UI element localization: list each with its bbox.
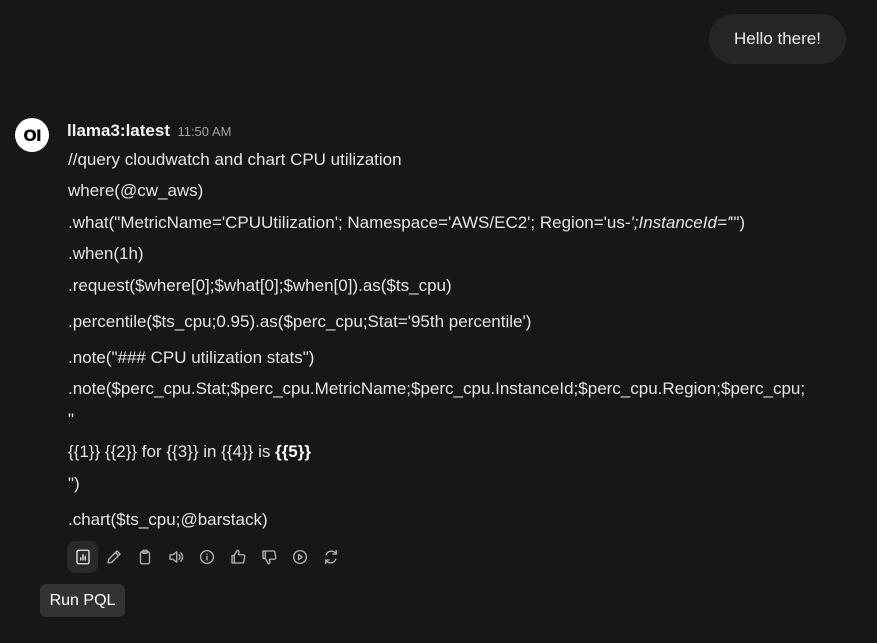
bad-response-button[interactable] bbox=[253, 541, 284, 573]
response-line-10-bold: {{5}} bbox=[275, 442, 311, 461]
model-avatar: OI bbox=[15, 118, 49, 152]
bar-chart-icon bbox=[75, 549, 90, 565]
run-pql-button[interactable] bbox=[67, 541, 98, 573]
message-action-toolbar bbox=[67, 541, 346, 573]
continue-response-button[interactable] bbox=[284, 541, 315, 573]
response-line-11: ") bbox=[68, 474, 80, 493]
user-message-bubble: Hello there! bbox=[709, 14, 846, 64]
response-line-6: .percentile($ts_cpu;0.95).as($perc_cpu;S… bbox=[68, 312, 532, 331]
response-line-3-text: .what("MetricName='CPUUtilization'; Name… bbox=[68, 213, 631, 232]
response-line-5: .request($where[0];$what[0];$when[0]).as… bbox=[68, 276, 452, 295]
play-circle-icon bbox=[292, 549, 307, 565]
message-header: llama3:latest 11:50 AM bbox=[67, 121, 231, 141]
good-response-button[interactable] bbox=[222, 541, 253, 573]
response-line-4: .when(1h) bbox=[68, 244, 144, 263]
response-line-10: {{1}} {{2}} for {{3}} in {{4}} is {{5}} bbox=[68, 442, 311, 462]
response-line-3-end: '") bbox=[730, 213, 746, 232]
pencil-icon bbox=[106, 550, 121, 564]
avatar-logo-text: OI bbox=[23, 125, 42, 145]
run-pql-tooltip: Run PQL bbox=[40, 584, 125, 617]
clipboard-icon bbox=[139, 549, 150, 565]
copy-button[interactable] bbox=[129, 541, 160, 573]
tooltip-text: Run PQL bbox=[49, 591, 116, 609]
response-line-1: //query cloudwatch and chart CPU utiliza… bbox=[68, 150, 402, 169]
refresh-icon bbox=[324, 549, 337, 565]
response-line-3-italic: ';InstanceId=' bbox=[630, 213, 731, 232]
info-icon bbox=[199, 549, 214, 565]
speaker-icon bbox=[168, 551, 183, 563]
read-aloud-button[interactable] bbox=[160, 541, 191, 573]
response-line-7: .note("### CPU utilization stats") bbox=[68, 348, 315, 367]
model-name: llama3:latest bbox=[67, 121, 170, 140]
response-line-2: where(@cw_aws) bbox=[68, 181, 204, 200]
thumbs-down-icon bbox=[261, 550, 276, 565]
edit-button[interactable] bbox=[98, 541, 129, 573]
response-line-3: .what("MetricName='CPUUtilization'; Name… bbox=[68, 213, 745, 233]
response-line-8: .note($perc_cpu.Stat;$perc_cpu.MetricNam… bbox=[68, 379, 806, 398]
response-line-9: " bbox=[68, 410, 75, 429]
chat-page: Hello there! OI llama3:latest 11:50 AM /… bbox=[0, 0, 877, 643]
response-line-12: .chart($ts_cpu;@barstack) bbox=[68, 510, 268, 529]
regenerate-button[interactable] bbox=[315, 541, 346, 573]
generation-info-button[interactable] bbox=[191, 541, 222, 573]
message-timestamp: 11:50 AM bbox=[177, 124, 232, 139]
user-message-text: Hello there! bbox=[734, 29, 821, 48]
thumbs-up-icon bbox=[230, 549, 245, 564]
response-line-10-text: {{1}} {{2}} for {{3}} in {{4}} is bbox=[68, 442, 276, 461]
